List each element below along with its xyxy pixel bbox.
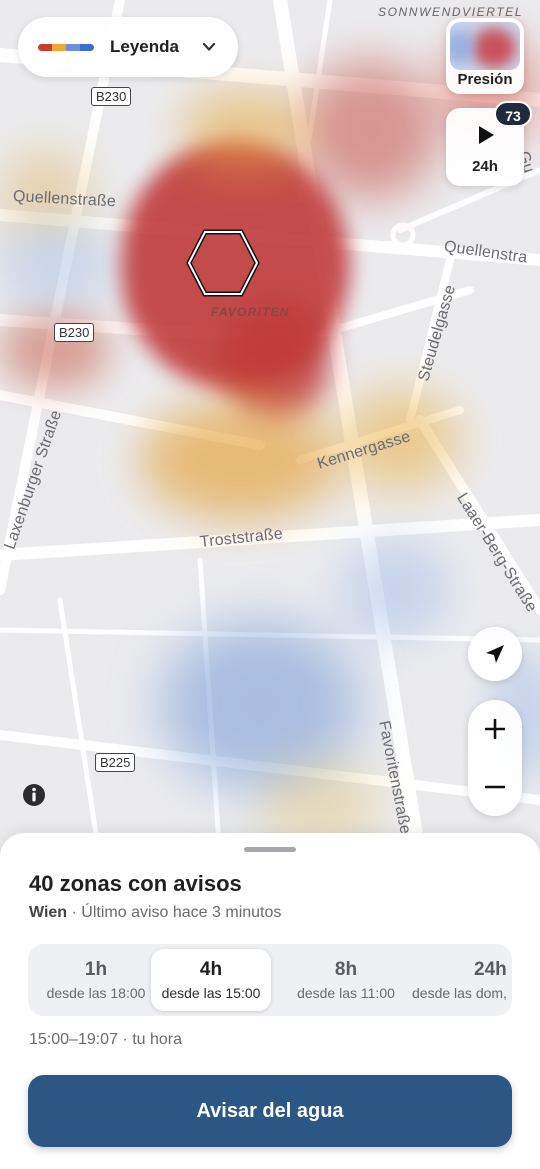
heat-blob-blue (0, 220, 110, 310)
pressure-layer-button[interactable]: Presión (446, 18, 524, 94)
road-shield-b225: B225 (95, 753, 136, 772)
heat-blob-blue (340, 540, 450, 640)
heat-blob-red (300, 60, 440, 200)
legend-label: Leyenda (110, 37, 179, 56)
playback-label: 24h (472, 158, 498, 175)
playback-count-badge: 73 (494, 101, 532, 127)
segment-hours: 8h (334, 959, 358, 980)
bottom-sheet[interactable]: 40 zonas con avisos Wien · Último aviso … (0, 833, 540, 1169)
road-shield-b230: B230 (54, 323, 95, 342)
segment-hours: 24h (474, 959, 507, 980)
zoom-out-button[interactable] (468, 758, 522, 816)
segment-since: desde las 18:00 (46, 985, 146, 1001)
zoom-in-button[interactable] (468, 700, 522, 758)
segment-4h[interactable]: 4h desde las 15:00 (151, 949, 271, 1011)
time-window-selector: 1h desde las 18:00 4h desde las 15:00 8h… (28, 944, 512, 1016)
navigation-arrow-icon (486, 645, 504, 663)
pressure-layer-label: Presión (457, 71, 513, 88)
segment-24h[interactable]: 24h desde las dom, 1 (412, 949, 512, 1011)
info-button[interactable] (20, 781, 48, 809)
last-warning-subtitle: Wien · Último aviso hace 3 minutos (29, 904, 281, 922)
segment-since: desde las 15:00 (161, 985, 261, 1001)
report-water-button[interactable]: Avisar del agua (28, 1075, 512, 1147)
minus-icon (485, 785, 505, 789)
district-label-favoriten: FAVORITEN (211, 305, 290, 319)
sheet-drag-handle[interactable] (244, 847, 296, 852)
segment-since: desde las 11:00 (297, 985, 395, 1001)
segment-since: desde las dom, 1 (412, 985, 512, 1001)
zoom-controls (468, 700, 522, 816)
info-icon (23, 784, 45, 806)
heat-blob-red (0, 310, 110, 390)
district-hexagon-icon[interactable] (185, 228, 261, 298)
heat-blob-orange (180, 90, 310, 170)
zones-count-title: 40 zonas con avisos (29, 871, 242, 896)
segment-hours: 4h (199, 959, 223, 980)
road-shield-b230: B230 (91, 87, 132, 106)
district-label-sonnwendviertel: SONNWENDVIERTEL (378, 5, 524, 19)
heat-blob-orange (140, 400, 340, 520)
legend-swatch-blue (66, 43, 80, 51)
segment-hours: 1h (84, 959, 108, 980)
last-warning-text: · Último aviso hace 3 minutos (71, 904, 282, 921)
legend-swatch-dark-blue (80, 43, 94, 51)
chevron-down-icon (202, 42, 216, 51)
play-icon (479, 126, 494, 144)
pressure-layer-thumbnail (450, 22, 520, 70)
time-range-label: 15:00–19:07 · tu hora (29, 1031, 183, 1048)
locate-me-button[interactable] (468, 627, 522, 681)
segment-1h[interactable]: 1h desde las 18:00 (36, 949, 156, 1011)
segment-8h[interactable]: 8h desde las 11:00 (286, 949, 406, 1011)
legend-swatch-orange (52, 43, 66, 51)
legend-color-swatch (38, 43, 94, 51)
plus-icon (485, 719, 505, 739)
legend-swatch-red (38, 43, 52, 51)
city-label: Wien (29, 904, 68, 921)
legend-button[interactable]: Leyenda (18, 17, 238, 77)
